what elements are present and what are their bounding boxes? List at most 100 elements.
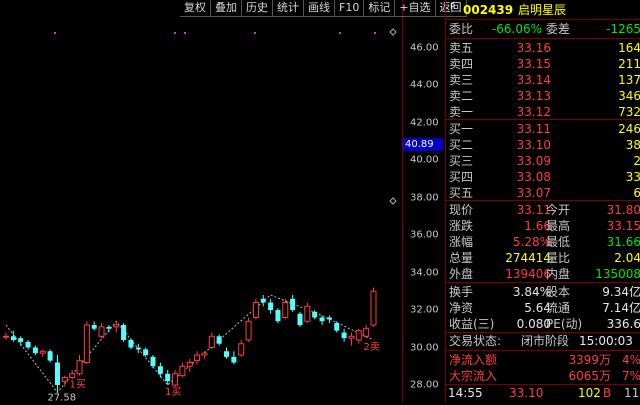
candle-body-up xyxy=(76,360,83,375)
fund-value: 9.34亿 xyxy=(602,285,640,299)
ask-row: 卖三 33.14 137 xyxy=(446,72,640,88)
toolbar-mark-button[interactable]: 标记 xyxy=(364,0,396,17)
diamond-marker xyxy=(389,28,397,36)
candle-body-down xyxy=(10,336,16,340)
candle-body-up xyxy=(208,335,215,348)
ask-row: 卖四 33.15 211 xyxy=(446,56,640,72)
price-tick-label: 44.00 xyxy=(410,79,439,91)
flow-label: 大宗流入 xyxy=(449,369,498,383)
ask-price: 33.14 xyxy=(516,73,551,87)
tick-side: B xyxy=(603,386,612,400)
kline-svg[interactable]: 27.58 1买 1买 2卖 xyxy=(0,0,402,404)
divider xyxy=(446,350,640,351)
toolbar-overlay-button[interactable]: 叠加 xyxy=(211,0,242,17)
chart-annotation: 2卖 xyxy=(364,341,380,353)
kline-chart[interactable]: 27.58 1买 1买 2卖 xyxy=(0,0,402,404)
bid-price: 33.07 xyxy=(516,186,551,200)
flow-row: 大宗流入 6065万 7% xyxy=(446,368,640,384)
candle-body-up xyxy=(252,302,259,318)
candle-body-down xyxy=(260,298,266,303)
bid-volume: 246 xyxy=(618,122,640,136)
fund-value: 336.6 xyxy=(606,317,640,331)
stat-value: 274414 xyxy=(505,251,551,265)
signal-dot xyxy=(374,32,376,34)
fund-label: 净资 xyxy=(449,301,474,315)
zigzag-guide-line xyxy=(5,294,374,394)
flow-label: 净流入额 xyxy=(449,353,498,367)
toolbar-history-button[interactable]: 历史 xyxy=(242,0,273,17)
trade-status-row: 交易状态: 闭市阶段 15:00:03 xyxy=(446,333,640,349)
quote-panel: R 002439 启明星辰 委比 -66.06% 委差 -1265 交易状态: … xyxy=(445,0,640,402)
toolbar-f10-button[interactable]: F10 xyxy=(335,0,365,17)
flow-row: 净流入额 3399万 4% xyxy=(446,352,640,368)
bid-label: 买四 xyxy=(449,170,474,184)
trade-status-time: 15:00:03 xyxy=(579,334,633,348)
divider xyxy=(446,38,640,39)
candle-body-down xyxy=(275,310,281,322)
candle-body-down xyxy=(231,356,237,363)
candle-body-up xyxy=(98,326,105,337)
bid-label: 买二 xyxy=(449,138,474,152)
candle-body-down xyxy=(312,311,318,318)
candle-body-up xyxy=(245,320,252,341)
candle-body-up xyxy=(83,324,90,363)
stat-label: 量比 xyxy=(546,251,571,265)
bid-row: 买五 33.07 6 xyxy=(446,185,640,201)
trade-status-value: 闭市阶段 xyxy=(521,334,570,348)
candle-body-down xyxy=(106,326,112,329)
fund-label: 收益(三) xyxy=(449,317,495,331)
candle-body-up xyxy=(355,330,362,341)
toolbar-add-watchlist-button[interactable]: +自选 xyxy=(395,0,436,17)
stat-label: 涨跌 xyxy=(449,219,474,233)
stat-label: 外盘 xyxy=(449,267,474,281)
toolbar: 复权 叠加 历史 统计 画线 F10 标记 +自选 返回 xyxy=(180,0,467,17)
bid-row: 买四 33.08 33 xyxy=(446,169,640,185)
candle-body-up xyxy=(238,343,245,356)
stat-value: 139406 xyxy=(505,267,551,281)
stat-label: 最高 xyxy=(546,219,571,233)
stat-label: 内盘 xyxy=(546,267,571,281)
stat-label: 最低 xyxy=(546,235,571,249)
candle-body-down xyxy=(47,351,53,361)
toolbar-stats-button[interactable]: 统计 xyxy=(273,0,304,17)
price-tick-label: 30.00 xyxy=(410,342,439,353)
candle-body-down xyxy=(216,336,222,344)
bid-row: 买二 33.10 38 xyxy=(446,137,640,153)
stock-code: 002439 xyxy=(463,3,514,17)
ask-volume: 164 xyxy=(618,41,640,55)
candle-body-down xyxy=(334,323,340,331)
bid-price: 33.08 xyxy=(516,170,551,184)
stat-row: 外盘 139406 内盘 135008 xyxy=(446,266,640,282)
price-tick-label: 40.00 xyxy=(410,154,439,166)
fund-label: 流通 xyxy=(546,301,571,315)
tick-count: 11 xyxy=(624,386,640,400)
ask-price: 33.13 xyxy=(516,89,551,103)
candle-body-down xyxy=(121,325,127,340)
candle-body-up xyxy=(363,328,370,337)
signal-dot xyxy=(254,32,256,34)
stock-name: 启明星辰 xyxy=(518,3,567,17)
ask-label: 卖五 xyxy=(449,41,474,55)
bid-row: 买一 33.11 246 xyxy=(446,121,640,137)
weicha-label: 委差 xyxy=(546,22,571,36)
price-tick-label: 32.00 xyxy=(410,304,439,316)
trade-status-label: 交易状态: xyxy=(449,334,502,348)
signal-dot xyxy=(174,32,176,34)
ask-row: 卖五 33.16 164 xyxy=(446,40,640,56)
candle-body-up xyxy=(113,324,120,328)
bid-label: 买一 xyxy=(449,122,474,136)
fund-row: 净资 5.64 流通 7.14亿 xyxy=(446,300,640,316)
bid-label: 买三 xyxy=(449,154,474,168)
stat-row: 涨跌 1.66 最高 33.15 xyxy=(446,218,640,234)
signal-dot xyxy=(339,32,341,34)
signal-dot xyxy=(184,32,186,34)
weibi-row: 委比 -66.06% 委差 -1265 xyxy=(446,21,640,37)
stat-value: 31.80 xyxy=(606,203,640,217)
toolbar-restore-rights-button[interactable]: 复权 xyxy=(180,0,211,17)
ask-volume: 137 xyxy=(618,73,640,87)
candle-body-up xyxy=(186,362,193,367)
divider xyxy=(446,282,640,283)
candle-body-up xyxy=(179,365,186,377)
toolbar-draw-line-button[interactable]: 画线 xyxy=(304,0,335,17)
stat-row: 总量 274414 量比 2.04 xyxy=(446,250,640,266)
